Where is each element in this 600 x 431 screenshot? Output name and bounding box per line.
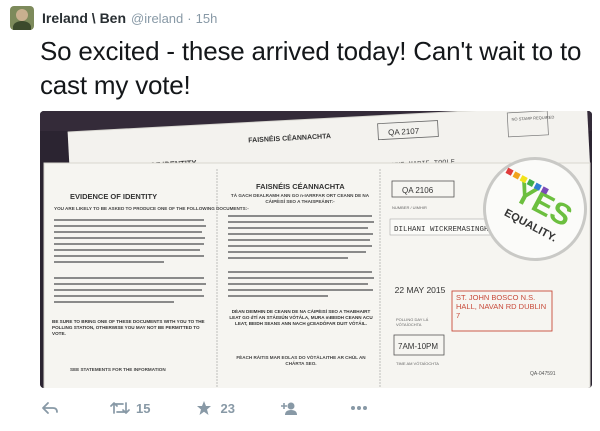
- follow-add-button[interactable]: [279, 398, 305, 418]
- author-handle[interactable]: @ireland: [131, 11, 183, 26]
- voter-name: DILHANI WICKREMASINGHE: [394, 226, 494, 234]
- footer-ga: FÉACH RÁITIS MAR EOLAS DO VÓTÁLAITHE AR …: [236, 355, 366, 366]
- card-number-label: NUMBER / UIMHIR: [392, 205, 427, 210]
- reply-icon: [40, 398, 60, 418]
- tweet-text: So excited - these arrived today! Can't …: [40, 36, 582, 100]
- star-icon: [194, 398, 214, 418]
- polling-cards-photo: EVIDENCE OF IDENTITY FAISNÉIS CÉANNACHTA…: [40, 111, 592, 388]
- add-user-icon: [279, 398, 299, 418]
- evidence-heading: EVIDENCE OF IDENTITY: [70, 192, 157, 201]
- card-number: QA 2106: [402, 186, 434, 195]
- polling-day-label: POLLING DAY LÁ VÓTAÍOCHTA: [396, 317, 429, 327]
- retweet-button[interactable]: 15: [110, 398, 150, 418]
- irish-subheading: TÁ GACH DEALRAMH ANN GO n-IARRFAR ORT CE…: [230, 193, 370, 204]
- irish-heading: FAISNÉIS CÉANNACHTA: [256, 182, 345, 191]
- tweet: Ireland \ Ben @ireland · 15h So excited …: [0, 0, 600, 431]
- avatar[interactable]: [10, 6, 34, 30]
- reply-button[interactable]: [40, 398, 66, 418]
- polling-time: 7AM-10PM: [398, 342, 438, 351]
- back-card-number: QA 2107: [388, 127, 420, 138]
- favorite-count: 23: [220, 400, 235, 416]
- more-button[interactable]: [349, 398, 375, 418]
- tweet-header: Ireland \ Ben @ireland · 15h: [10, 6, 218, 30]
- warning-en: BE SURE TO BRING ONE OF THESE DOCUMENTS …: [52, 319, 205, 336]
- footer-en: SEE STATEMENTS FOR THE INFORMATION: [70, 367, 166, 372]
- polling-station: ST. JOHN BOSCO N.S. HALL, NAVAN RD DUBLI…: [456, 293, 547, 320]
- tweet-photo[interactable]: EVIDENCE OF IDENTITY FAISNÉIS CÉANNACHTA…: [40, 111, 592, 388]
- card-serial: QA-047591: [530, 371, 556, 377]
- favorite-button[interactable]: 23: [194, 398, 235, 418]
- more-icon: [349, 398, 369, 418]
- time-label: TIME AM VÓTAÍOCHTA: [396, 361, 439, 366]
- author-name[interactable]: Ireland \ Ben: [42, 10, 126, 26]
- timestamp[interactable]: 15h: [196, 11, 218, 26]
- warning-ga: DÉAN DEIMHIN DE CEANN DE NA CÁIPÉISÍ SEO…: [229, 309, 373, 326]
- retweet-count: 15: [136, 400, 151, 416]
- separator-dot: ·: [187, 10, 192, 26]
- tweet-actions: 15 23: [40, 396, 419, 420]
- evidence-subheading: YOU ARE LIKELY TO BE ASKED TO PRODUCE ON…: [54, 206, 249, 211]
- retweet-icon: [110, 398, 130, 418]
- polling-date: 22 MAY 2015: [394, 285, 446, 295]
